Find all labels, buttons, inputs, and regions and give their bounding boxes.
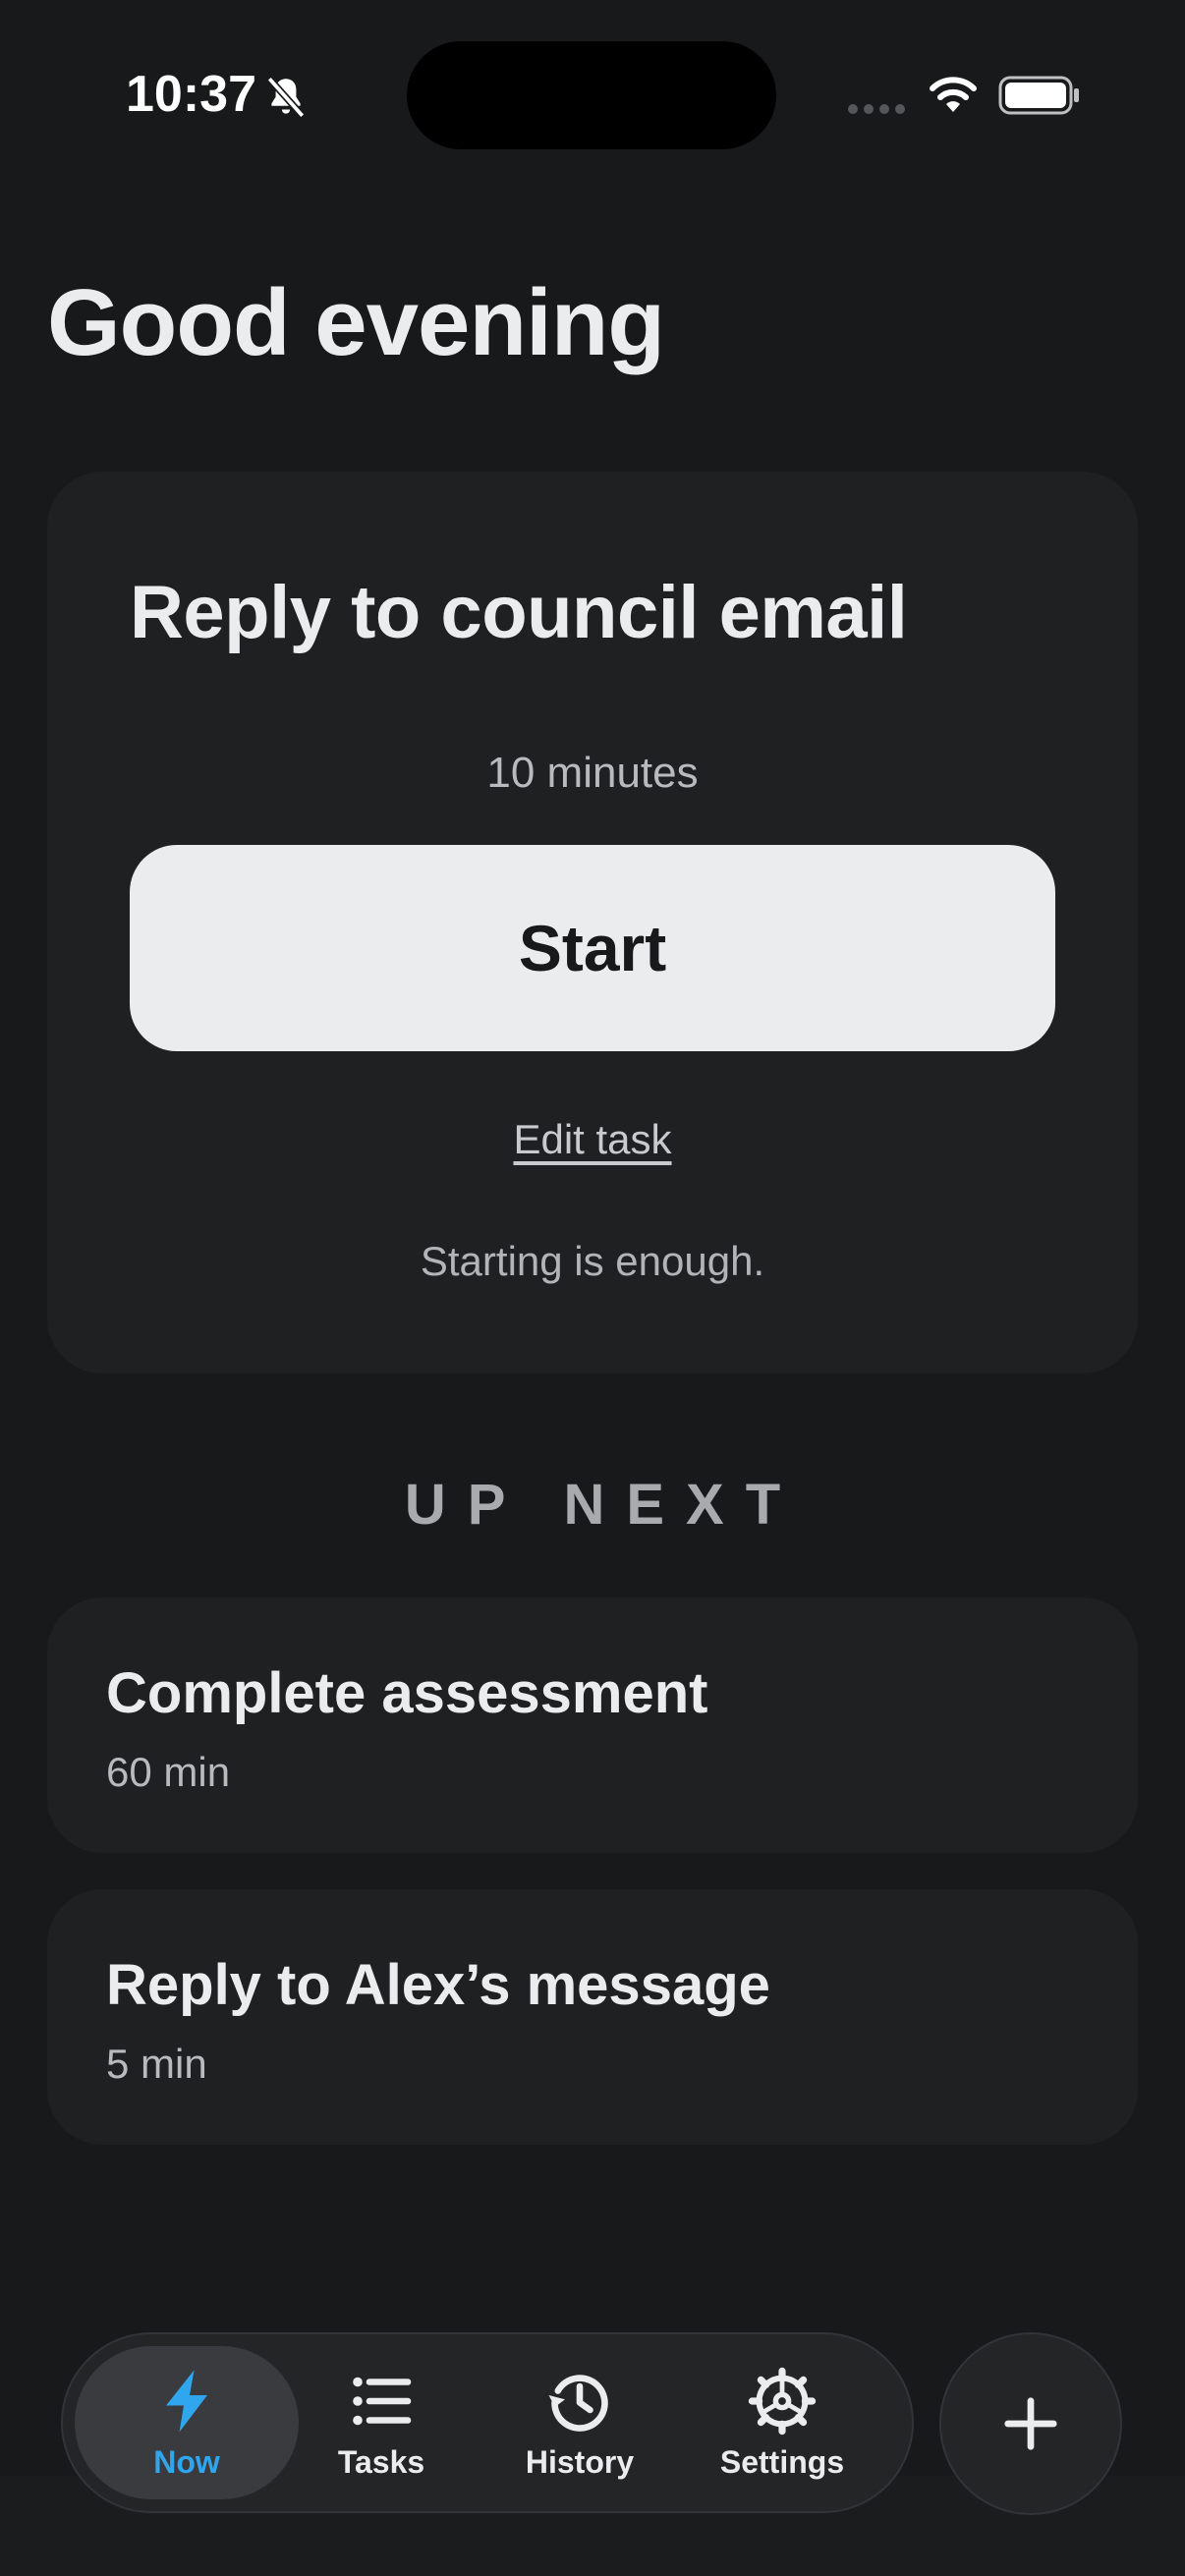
plus-icon (1004, 2397, 1057, 2450)
dynamic-island (407, 41, 776, 149)
tab-bar: Now Tasks History Settings (61, 2332, 914, 2513)
encouragement-text: Starting is enough. (420, 1238, 765, 1284)
tab-tasks[interactable]: Tasks (285, 2346, 478, 2499)
up-next-item[interactable]: Complete assessment 60 min (47, 1597, 1138, 1853)
tab-label: History (525, 2443, 635, 2480)
current-task-card: Reply to council email 10 minutes Start … (47, 472, 1138, 1373)
status-time: 10:37 (126, 66, 256, 123)
tab-label: Tasks (337, 2443, 425, 2480)
tab-history[interactable]: History (483, 2346, 676, 2499)
up-next-item-title: Complete assessment (106, 1661, 708, 1725)
tab-label: Settings (719, 2443, 845, 2480)
wifi-icon (930, 77, 977, 112)
tab-label: Now (153, 2443, 220, 2480)
tab-settings[interactable]: Settings (686, 2346, 878, 2499)
signal-icon (848, 104, 905, 114)
gear-icon (748, 2367, 817, 2435)
edit-task-link[interactable]: Edit task (47, 1116, 1138, 1163)
current-task-duration: 10 minutes (486, 749, 699, 797)
up-next-item-title: Reply to Alex’s message (106, 1953, 770, 2017)
up-next-item-duration: 60 min (106, 1749, 231, 1795)
up-next-item[interactable]: Reply to Alex’s message 5 min (47, 1889, 1138, 2145)
add-task-button[interactable] (939, 2332, 1122, 2515)
history-icon (548, 2374, 608, 2432)
list-icon (353, 2377, 412, 2425)
tab-now[interactable]: Now (75, 2346, 299, 2499)
page-title: Good evening (47, 270, 665, 375)
bell-slash-icon (266, 76, 306, 119)
start-button[interactable]: Start (130, 845, 1055, 1051)
up-next-heading: UP NEXT (404, 1473, 803, 1537)
battery-icon (998, 76, 1079, 115)
up-next-item-duration: 5 min (106, 2041, 207, 2087)
bolt-icon (166, 2370, 207, 2432)
current-task-title: Reply to council email (130, 571, 908, 654)
